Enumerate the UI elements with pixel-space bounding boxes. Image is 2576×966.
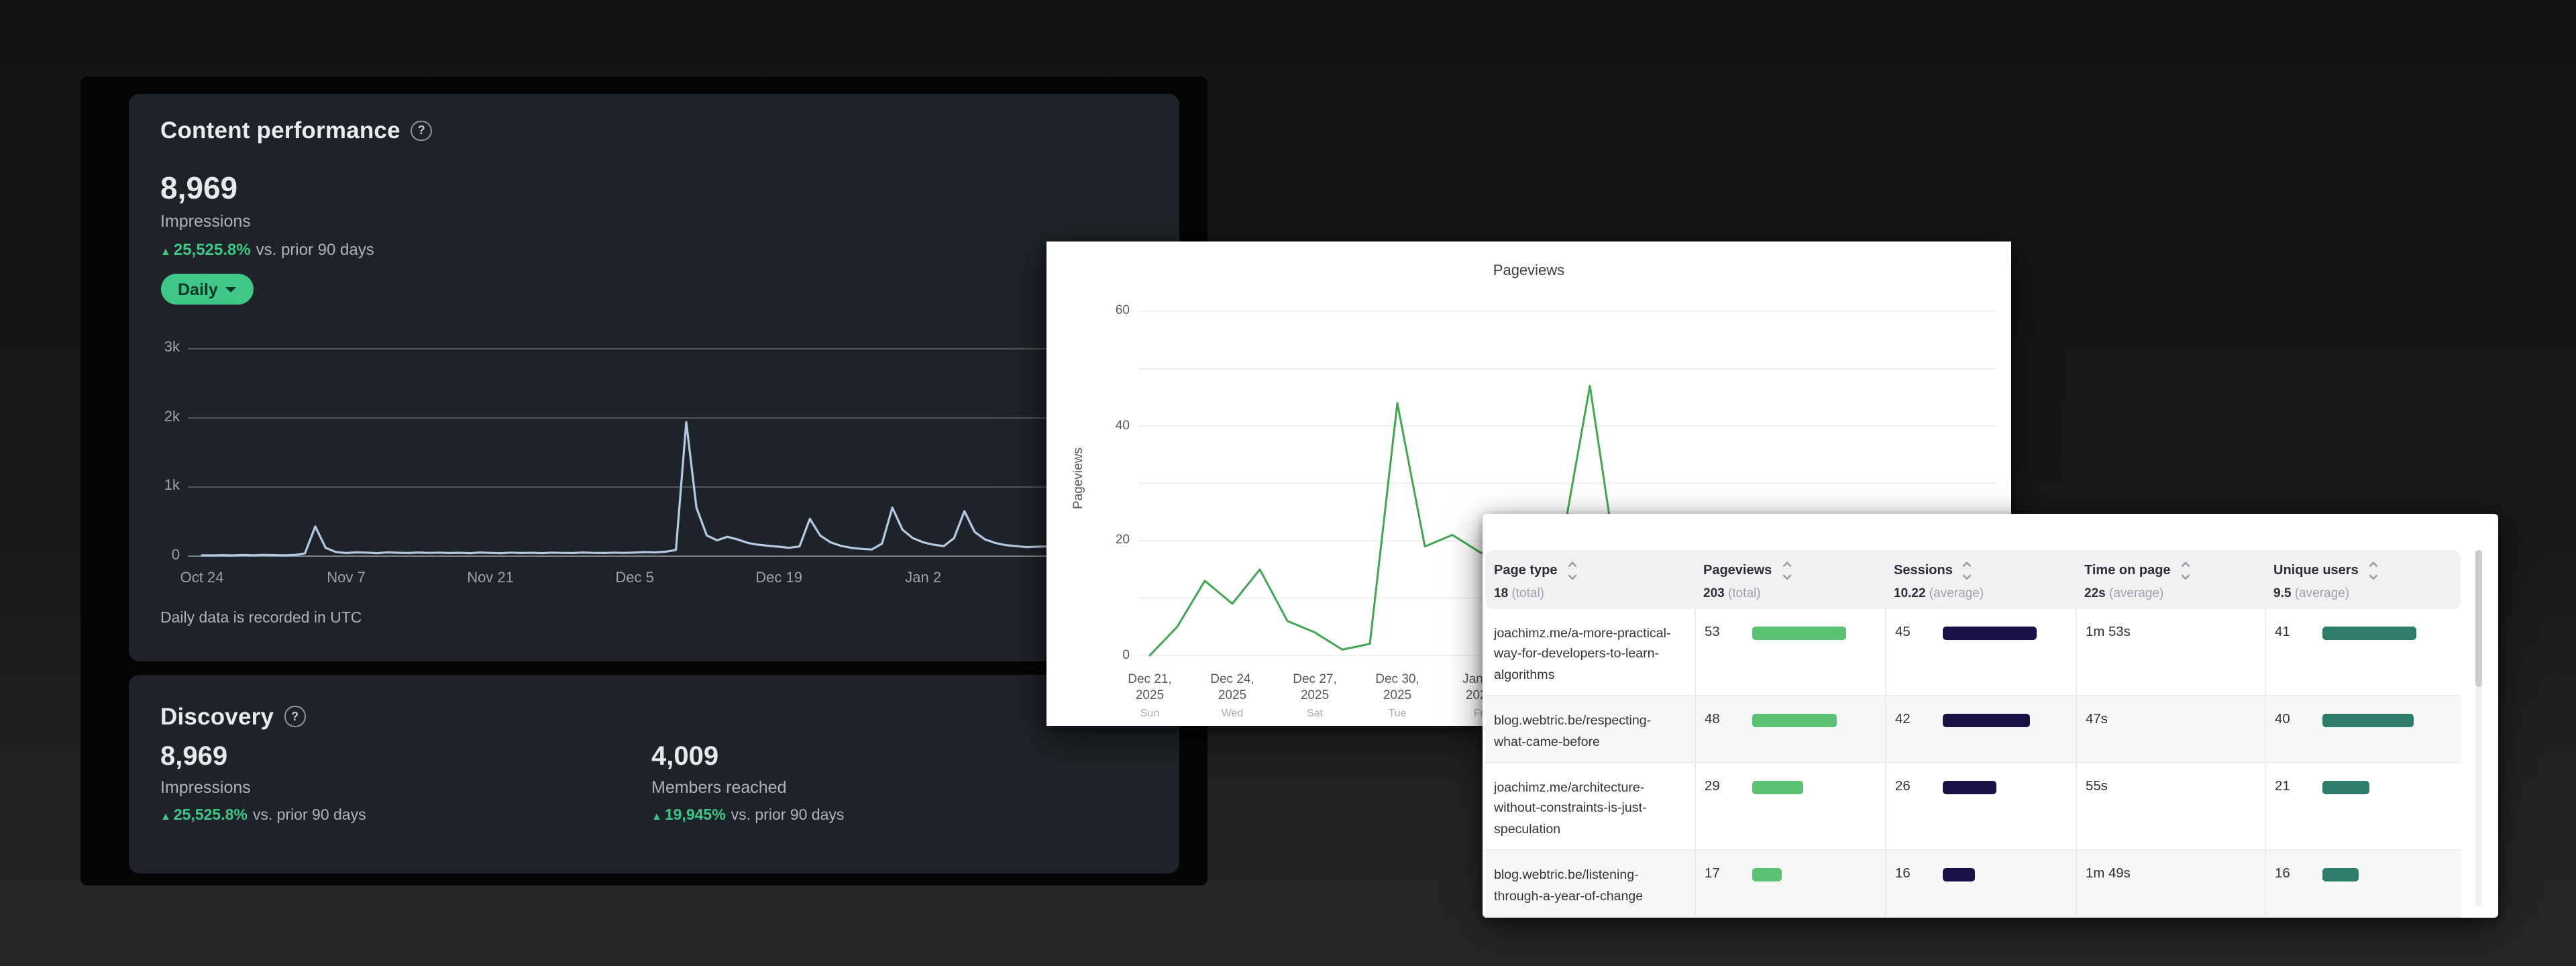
content-performance-title: Content performance — [160, 117, 400, 145]
table-header: Page type 18 (total) Pageviews 203 (tota… — [1485, 550, 2461, 609]
sort-icon — [1962, 559, 1973, 582]
unique-users-cell: 40 — [2264, 696, 2461, 762]
x-tick-label: Dec 5 — [594, 570, 675, 586]
y-tick-label: 3k — [126, 339, 180, 356]
pageviews-cell-bar — [1752, 714, 1837, 727]
x-tick-label: Jan 2 — [883, 570, 963, 586]
discovery-title: Discovery — [160, 702, 274, 731]
sort-icon — [2368, 559, 2379, 582]
y-tick-label: 40 — [1097, 418, 1130, 433]
time-on-page-cell: 1m 49s — [2075, 851, 2264, 917]
sessions-cell: 26 — [1884, 763, 2075, 849]
pageviews-cell: 29 — [1694, 763, 1884, 849]
y-tick-label: 1k — [126, 478, 180, 494]
x-tick-label: Dec 24,2025Wed — [1195, 672, 1270, 721]
y-tick-label: 0 — [1097, 647, 1130, 662]
up-arrow-icon: ▲ — [651, 810, 662, 822]
y-tick-label: 20 — [1097, 533, 1130, 547]
utc-footnote: Daily data is recorded in UTC — [160, 610, 362, 627]
x-tick-label: Dec 19 — [739, 570, 819, 586]
sort-icon — [2180, 559, 2191, 582]
time-on-page-cell: 47s — [2075, 696, 2264, 762]
unique-users-cell-bar — [2322, 869, 2359, 882]
pageviews-cell: 17 — [1694, 851, 1884, 917]
impressions-chart-svg — [188, 333, 1178, 581]
column-header-pageviews[interactable]: Pageviews 203 (total) — [1694, 550, 1884, 609]
table-row[interactable]: joachimz.me/a-more-practical-way-for-dev… — [1485, 609, 2461, 696]
impressions-chart: 01k2k3kOct 24Nov 7Nov 21Dec 5Dec 19Jan 2 — [188, 333, 1178, 581]
page-name[interactable]: blog.webtric.be/respecting-what-came-bef… — [1485, 696, 1694, 762]
unique-users-cell: 21 — [2264, 763, 2461, 849]
y-tick-label: 0 — [126, 547, 180, 563]
time-on-page-cell: 1m 53s — [2075, 609, 2264, 695]
pageviews-cell-bar — [1752, 627, 1845, 640]
column-header-time-on-page[interactable]: Time on page 22s (average) — [2075, 550, 2264, 609]
pageviews-y-axis-label: Pageviews — [1071, 411, 1086, 545]
x-tick-label: Dec 21,2025Sun — [1112, 672, 1187, 721]
pages-table-panel: Page type 18 (total) Pageviews 203 (tota… — [1482, 514, 2498, 918]
y-tick-label: 60 — [1097, 303, 1130, 318]
pageviews-cell-bar — [1752, 869, 1782, 882]
page-name[interactable]: joachimz.me/a-more-practical-way-for-dev… — [1485, 609, 1694, 695]
help-icon[interactable]: ? — [411, 121, 432, 142]
sessions-cell-bar — [1942, 869, 1976, 882]
unique-users-cell-bar — [2322, 714, 2414, 727]
pageviews-cell: 53 — [1694, 609, 1884, 695]
y-tick-label: 2k — [126, 409, 180, 425]
sessions-cell: 16 — [1884, 851, 2075, 917]
table-scrollbar-thumb[interactable] — [2475, 550, 2482, 687]
sessions-cell-bar — [1942, 627, 2036, 640]
impressions-label: Impressions — [160, 212, 251, 231]
sessions-cell-bar — [1942, 781, 1996, 794]
sessions-cell: 42 — [1884, 696, 2075, 762]
sessions-cell-bar — [1942, 714, 2030, 727]
table-body: joachimz.me/a-more-practical-way-for-dev… — [1485, 609, 2461, 918]
unique-users-cell: 16 — [2264, 851, 2461, 917]
table-row[interactable]: blog.webtric.be/listening-through-a-year… — [1485, 851, 2461, 918]
sort-icon — [1567, 559, 1578, 582]
up-arrow-icon: ▲ — [160, 246, 171, 258]
unique-users-cell-bar — [2322, 627, 2416, 640]
pageviews-cell-bar — [1752, 781, 1803, 794]
table-row[interactable]: blog.webtric.be/respecting-what-came-bef… — [1485, 696, 2461, 763]
help-icon[interactable]: ? — [284, 706, 305, 727]
x-tick-label: Dec 30,2025Tue — [1360, 672, 1435, 721]
x-tick-label: Nov 21 — [450, 570, 531, 586]
daily-dropdown-button[interactable]: Daily — [160, 274, 254, 305]
column-header-unique-users[interactable]: Unique users 9.5 (average) — [2264, 550, 2461, 609]
x-tick-label: Dec 27,2025Sat — [1277, 672, 1352, 721]
discovery-card: Discovery ? 8,969 Impressions ▲ 25,525.8… — [128, 674, 1179, 873]
column-header-page-type[interactable]: Page type 18 (total) — [1485, 550, 1694, 609]
impressions-change: ▲ 25,525.8% vs. prior 90 days — [160, 240, 374, 259]
sort-icon — [1781, 559, 1792, 582]
sessions-cell: 45 — [1884, 609, 2075, 695]
impressions-value: 8,969 — [160, 170, 237, 207]
page-name[interactable]: joachimz.me/architecture-without-constra… — [1485, 763, 1694, 849]
time-on-page-cell: 55s — [2075, 763, 2264, 849]
content-performance-card: Content performance ? 8,969 Impressions … — [128, 94, 1179, 661]
stage: Content performance ? 8,969 Impressions … — [0, 0, 2576, 966]
unique-users-cell: 41 — [2264, 609, 2461, 695]
up-arrow-icon: ▲ — [160, 810, 171, 822]
caret-down-icon — [226, 286, 237, 292]
x-tick-label: Nov 7 — [306, 570, 386, 586]
table-row[interactable]: joachimz.me/architecture-without-constra… — [1485, 763, 2461, 851]
column-header-sessions[interactable]: Sessions 10.22 (average) — [1884, 550, 2075, 609]
unique-users-cell-bar — [2322, 781, 2370, 794]
page-name[interactable]: blog.webtric.be/listening-through-a-year… — [1485, 851, 1694, 917]
pageviews-cell: 48 — [1694, 696, 1884, 762]
pageviews-chart-title: Pageviews — [1046, 262, 2011, 278]
x-tick-label: Oct 24 — [162, 570, 242, 586]
